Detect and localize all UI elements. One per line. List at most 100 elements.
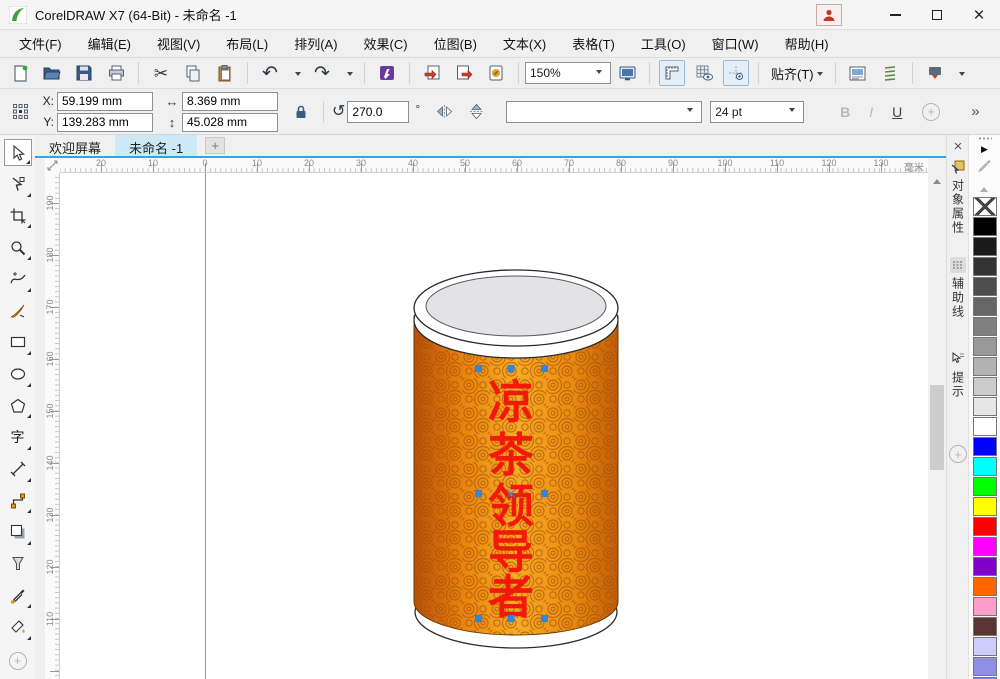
can-label-text[interactable]: 凉 茶 领 导 者 [488,376,535,623]
show-grid-button[interactable] [691,60,717,86]
palette-swatch-11[interactable] [973,417,997,436]
scrollbar-thumb[interactable] [930,385,944,470]
selection-handle[interactable] [541,365,548,372]
paste-button[interactable] [212,60,238,86]
publish-pdf-button[interactable] [483,60,509,86]
color-eyedropper-tool[interactable] [4,582,32,609]
object-width-field[interactable] [182,92,278,111]
palette-swatch-20[interactable] [973,597,997,616]
docker-tab-hints[interactable]: 提示 [947,351,969,399]
add-docker-button[interactable]: + [949,445,967,463]
palette-swatch-12[interactable] [973,437,997,456]
palette-swatch-10[interactable] [973,397,997,416]
palette-swatch-2[interactable] [973,237,997,256]
fullscreen-preview-button[interactable] [614,60,640,86]
palette-swatch-6[interactable] [973,317,997,336]
tab-welcome-screen[interactable]: 欢迎屏幕 [35,135,115,156]
ruler-origin[interactable] [45,158,60,173]
palette-swatch-4[interactable] [973,277,997,296]
interactive-fill-tool[interactable] [4,614,32,641]
minimize-button[interactable] [874,0,916,30]
customize-dropdown[interactable] [954,60,968,86]
object-origin-button[interactable] [7,99,33,125]
connector-tool[interactable] [4,487,32,514]
copy-button[interactable] [180,60,206,86]
options-button[interactable] [845,60,871,86]
redo-button[interactable]: ↷ [309,60,335,86]
palette-swatch-none[interactable] [973,197,997,216]
palette-swatch-18[interactable] [973,557,997,576]
y-position-field[interactable] [57,113,153,132]
scale-lock-button[interactable] [288,99,314,125]
palette-grip[interactable] [978,137,992,140]
export-button[interactable] [451,60,477,86]
menu-item-bitmaps[interactable]: 位图(B) [421,30,490,57]
underline-button[interactable]: U [884,100,910,124]
menu-item-help[interactable]: 帮助(H) [772,30,842,57]
palette-swatch-5[interactable] [973,297,997,316]
palette-swatch-3[interactable] [973,257,997,276]
menu-item-file[interactable]: 文件(F) [6,30,75,57]
can-artwork[interactable]: 凉 茶 领 导 者 [406,266,626,666]
menu-item-layout[interactable]: 布局(L) [213,30,281,57]
redo-dropdown[interactable] [341,60,355,86]
palette-swatch-8[interactable] [973,357,997,376]
bold-button[interactable]: B [832,100,858,124]
palette-scroll-up-button[interactable] [980,183,988,192]
selection-handle[interactable] [541,490,548,497]
print-button[interactable] [103,60,129,86]
selection-handle[interactable] [541,615,548,622]
undo-button[interactable]: ↶ [257,60,283,86]
close-docker-button[interactable]: × [950,138,966,154]
menu-item-view[interactable]: 视图(V) [144,30,213,57]
drawing-canvas[interactable]: 凉 茶 领 导 者 [60,173,928,679]
palette-swatch-21[interactable] [973,617,997,636]
polygon-tool[interactable] [4,392,32,419]
close-button[interactable]: × [958,0,1000,30]
font-family-combo[interactable] [506,101,702,123]
palette-swatch-23[interactable] [973,657,997,676]
vertical-scrollbar[interactable] [928,173,946,679]
freehand-tool[interactable] [4,266,32,293]
search-content-button[interactable] [374,60,400,86]
zoom-level-combo[interactable]: 150% [525,62,611,84]
menu-item-text[interactable]: 文本(X) [490,30,559,57]
docker-tab-guidelines[interactable]: 辅助线 [947,257,969,319]
open-button[interactable] [39,60,65,86]
pick-tool[interactable] [4,139,32,166]
menu-item-edit[interactable]: 编辑(E) [75,30,144,57]
palette-eyedropper-icon[interactable] [978,159,991,175]
text-tool[interactable]: 字 [4,424,32,451]
palette-swatch-16[interactable] [973,517,997,536]
rectangle-tool[interactable] [4,329,32,356]
account-button[interactable] [816,4,842,26]
application-launcher-button[interactable] [877,60,903,86]
zoom-tool[interactable] [4,234,32,261]
save-button[interactable] [71,60,97,86]
palette-flyout-button[interactable]: ▶ [981,144,988,155]
object-height-field[interactable] [182,113,278,132]
palette-swatch-9[interactable] [973,377,997,396]
maximize-button[interactable] [916,0,958,30]
import-button[interactable] [419,60,445,86]
undo-dropdown[interactable] [289,60,303,86]
font-size-combo[interactable]: 24 pt [710,101,804,123]
x-position-field[interactable] [57,92,153,111]
palette-swatch-7[interactable] [973,337,997,356]
menu-item-arrange[interactable]: 排列(A) [281,30,350,57]
new-document-tab-button[interactable]: + [205,137,225,154]
selection-handle[interactable] [508,365,515,372]
palette-swatch-22[interactable] [973,637,997,656]
selection-handle[interactable] [475,615,482,622]
palette-swatch-14[interactable] [973,477,997,496]
new-document-button[interactable] [7,60,33,86]
propbar-overflow-button[interactable]: » [971,103,979,120]
artistic-media-tool[interactable] [4,297,32,324]
cut-button[interactable]: ✂ [148,60,174,86]
menu-item-effects[interactable]: 效果(C) [351,30,421,57]
selection-handle[interactable] [475,365,482,372]
customize-quick-button[interactable] [922,60,948,86]
docker-tab-object-properties[interactable]: 对象属性 [947,159,969,235]
vertical-ruler[interactable]: 190180170160150140130120110 [45,173,60,679]
horizontal-ruler[interactable]: 毫米 20100102030405060708090100110120130 [60,158,928,173]
